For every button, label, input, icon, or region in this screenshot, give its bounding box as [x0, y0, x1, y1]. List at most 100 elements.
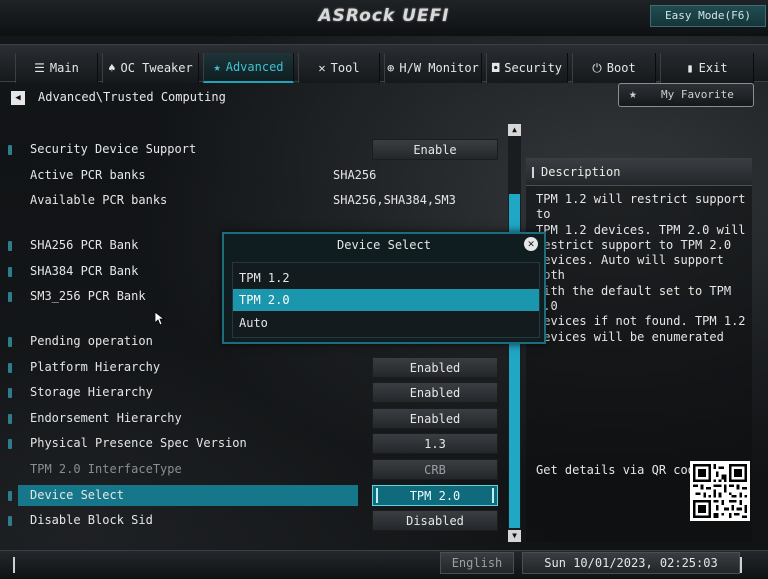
device-select-value[interactable]: TPM 2.0	[372, 485, 498, 506]
list-icon: ☰	[34, 61, 45, 75]
globe-icon: ⊕	[387, 61, 395, 75]
tab-advanced[interactable]: ★ Advanced	[203, 53, 294, 83]
row-bullet	[8, 516, 12, 526]
datetime-display: Sun 10/01/2023, 02:25:03	[522, 552, 740, 574]
row-bullet	[8, 491, 12, 501]
tab-hw-monitor-label: H/W Monitor	[399, 61, 479, 75]
info-active-pcr-banks: Active PCR banks SHA256	[0, 165, 510, 187]
tab-security[interactable]: ◘ Security	[486, 53, 568, 83]
description-text: TPM 1.2 will restrict support to TPM 1.2…	[536, 192, 746, 345]
favorite-star-icon: ★	[629, 87, 637, 102]
device-select-dialog: Device Select ✕ TPM 1.2 TPM 2.0 Auto	[222, 232, 546, 344]
star-icon: ★	[213, 60, 221, 74]
row-bullet	[8, 292, 12, 302]
row-bullet	[8, 439, 12, 449]
active-pcr-banks-value: SHA256	[333, 168, 377, 182]
scroll-up-arrow-icon[interactable]: ▲	[508, 124, 521, 136]
mouse-cursor-icon	[155, 312, 165, 326]
setting-platform-hierarchy[interactable]: Platform Hierarchy Enabled	[0, 357, 510, 379]
wrench-icon: ✕	[318, 61, 326, 75]
option-tpm-2-0[interactable]: TPM 2.0	[233, 289, 539, 311]
setting-physical-presence-spec[interactable]: Physical Presence Spec Version 1.3	[0, 433, 510, 455]
qr-code-label: Get details via QR code	[536, 463, 703, 477]
exit-icon: ▮	[686, 61, 694, 75]
setting-label: Endorsement Hierarchy	[30, 411, 182, 425]
main-tab-bar: ☰ Main ♠ OC Tweaker ★ Advanced ✕ Tool ⊕ …	[0, 44, 768, 83]
description-header: Description	[526, 158, 752, 186]
physical-presence-spec-value[interactable]: 1.3	[372, 433, 498, 454]
tab-oc-tweaker-label: OC Tweaker	[120, 61, 193, 75]
endorsement-hierarchy-value[interactable]: Enabled	[372, 408, 498, 429]
dialog-title: Device Select	[337, 238, 431, 252]
tab-tool-label: Tool	[330, 61, 360, 75]
storage-hierarchy-value[interactable]: Enabled	[372, 382, 498, 403]
setting-label: SHA384 PCR Bank	[30, 264, 139, 278]
tab-boot[interactable]: ⏻ Boot	[572, 53, 656, 83]
row-bullet	[8, 241, 12, 251]
asrock-uefi-logo: ASRock UEFI	[318, 6, 450, 26]
shield-icon: ◘	[491, 61, 500, 75]
description-line: devices will be enumerated	[536, 329, 724, 344]
row-bullet	[8, 145, 12, 155]
info-label: Available PCR banks	[30, 193, 168, 207]
row-bullet	[8, 267, 12, 277]
tab-exit-label: Exit	[698, 61, 728, 75]
setting-tpm20-interface-type: TPM 2.0 InterfaceType CRB	[0, 459, 510, 481]
tab-tool[interactable]: ✕ Tool	[298, 53, 380, 83]
power-icon: ⏻	[592, 60, 602, 75]
setting-label: Pending operation	[30, 334, 153, 348]
footer-left-marker	[13, 557, 15, 573]
setting-label: TPM 2.0 InterfaceType	[30, 462, 182, 476]
setting-label: Storage Hierarchy	[30, 385, 153, 399]
setting-storage-hierarchy[interactable]: Storage Hierarchy Enabled	[0, 382, 510, 404]
description-line: restrict support to TPM 2.0	[536, 237, 732, 252]
tab-oc-tweaker[interactable]: ♠ OC Tweaker	[102, 53, 199, 83]
setting-security-device-support[interactable]: Security Device Support Enable	[0, 139, 510, 161]
easy-mode-button[interactable]: Easy Mode(F6)	[650, 5, 766, 27]
description-marker	[532, 167, 534, 178]
security-device-support-value[interactable]: Enable	[372, 139, 498, 160]
close-icon[interactable]: ✕	[524, 237, 538, 251]
scroll-down-arrow-icon[interactable]: ▼	[508, 530, 521, 542]
description-line: devices if not found. TPM 1.2	[536, 314, 746, 329]
my-favorite-button[interactable]: ★ My Favorite	[618, 83, 754, 107]
description-line: TPM 1.2 devices. TPM 2.0 will	[536, 222, 746, 237]
setting-endorsement-hierarchy[interactable]: Endorsement Hierarchy Enabled	[0, 408, 510, 430]
flame-icon: ♠	[108, 61, 116, 75]
setting-device-select[interactable]: Device Select TPM 2.0	[0, 485, 510, 507]
setting-label: SM3_256 PCR Bank	[30, 289, 146, 303]
row-bullet	[8, 414, 12, 424]
setting-label: Physical Presence Spec Version	[30, 436, 247, 450]
row-bullet	[8, 363, 12, 373]
tab-main[interactable]: ☰ Main	[15, 53, 98, 83]
my-favorite-label: My Favorite	[661, 88, 734, 101]
back-arrow-icon[interactable]: ◀	[11, 91, 25, 105]
info-label: Active PCR banks	[30, 168, 146, 182]
tab-hw-monitor[interactable]: ⊕ H/W Monitor	[384, 53, 482, 83]
tab-advanced-label: Advanced	[225, 60, 284, 74]
top-bar: ASRock UEFI Easy Mode(F6)	[0, 0, 768, 36]
disable-block-sid-value[interactable]: Disabled	[372, 510, 498, 531]
tab-security-label: Security	[504, 61, 563, 75]
option-auto[interactable]: Auto	[233, 312, 539, 334]
info-available-pcr-banks: Available PCR banks SHA256,SHA384,SM3	[0, 190, 510, 212]
tpm20-interface-type-value: CRB	[372, 459, 498, 480]
row-bullet	[8, 337, 12, 347]
breadcrumb: Advanced\Trusted Computing	[38, 90, 226, 104]
setting-label: Disable Block Sid	[30, 513, 153, 527]
option-tpm-1-2[interactable]: TPM 1.2	[233, 267, 539, 289]
description-line: devices. Auto will support both	[536, 253, 724, 283]
tab-main-label: Main	[49, 61, 79, 75]
available-pcr-banks-value: SHA256,SHA384,SM3	[333, 193, 456, 207]
setting-disable-block-sid[interactable]: Disable Block Sid Disabled	[0, 510, 510, 532]
row-bullet	[8, 388, 12, 398]
dialog-option-list: TPM 1.2 TPM 2.0 Auto	[232, 262, 540, 338]
description-line: with the default set to TPM 2.0	[536, 283, 732, 314]
setting-label: Platform Hierarchy	[30, 360, 161, 374]
tab-boot-label: Boot	[606, 61, 636, 75]
language-button[interactable]: English	[440, 552, 514, 574]
description-line: TPM 1.2 will restrict support to	[536, 192, 746, 222]
setting-label: Security Device Support	[30, 142, 197, 156]
tab-exit[interactable]: ▮ Exit	[660, 53, 754, 83]
platform-hierarchy-value[interactable]: Enabled	[372, 357, 498, 378]
